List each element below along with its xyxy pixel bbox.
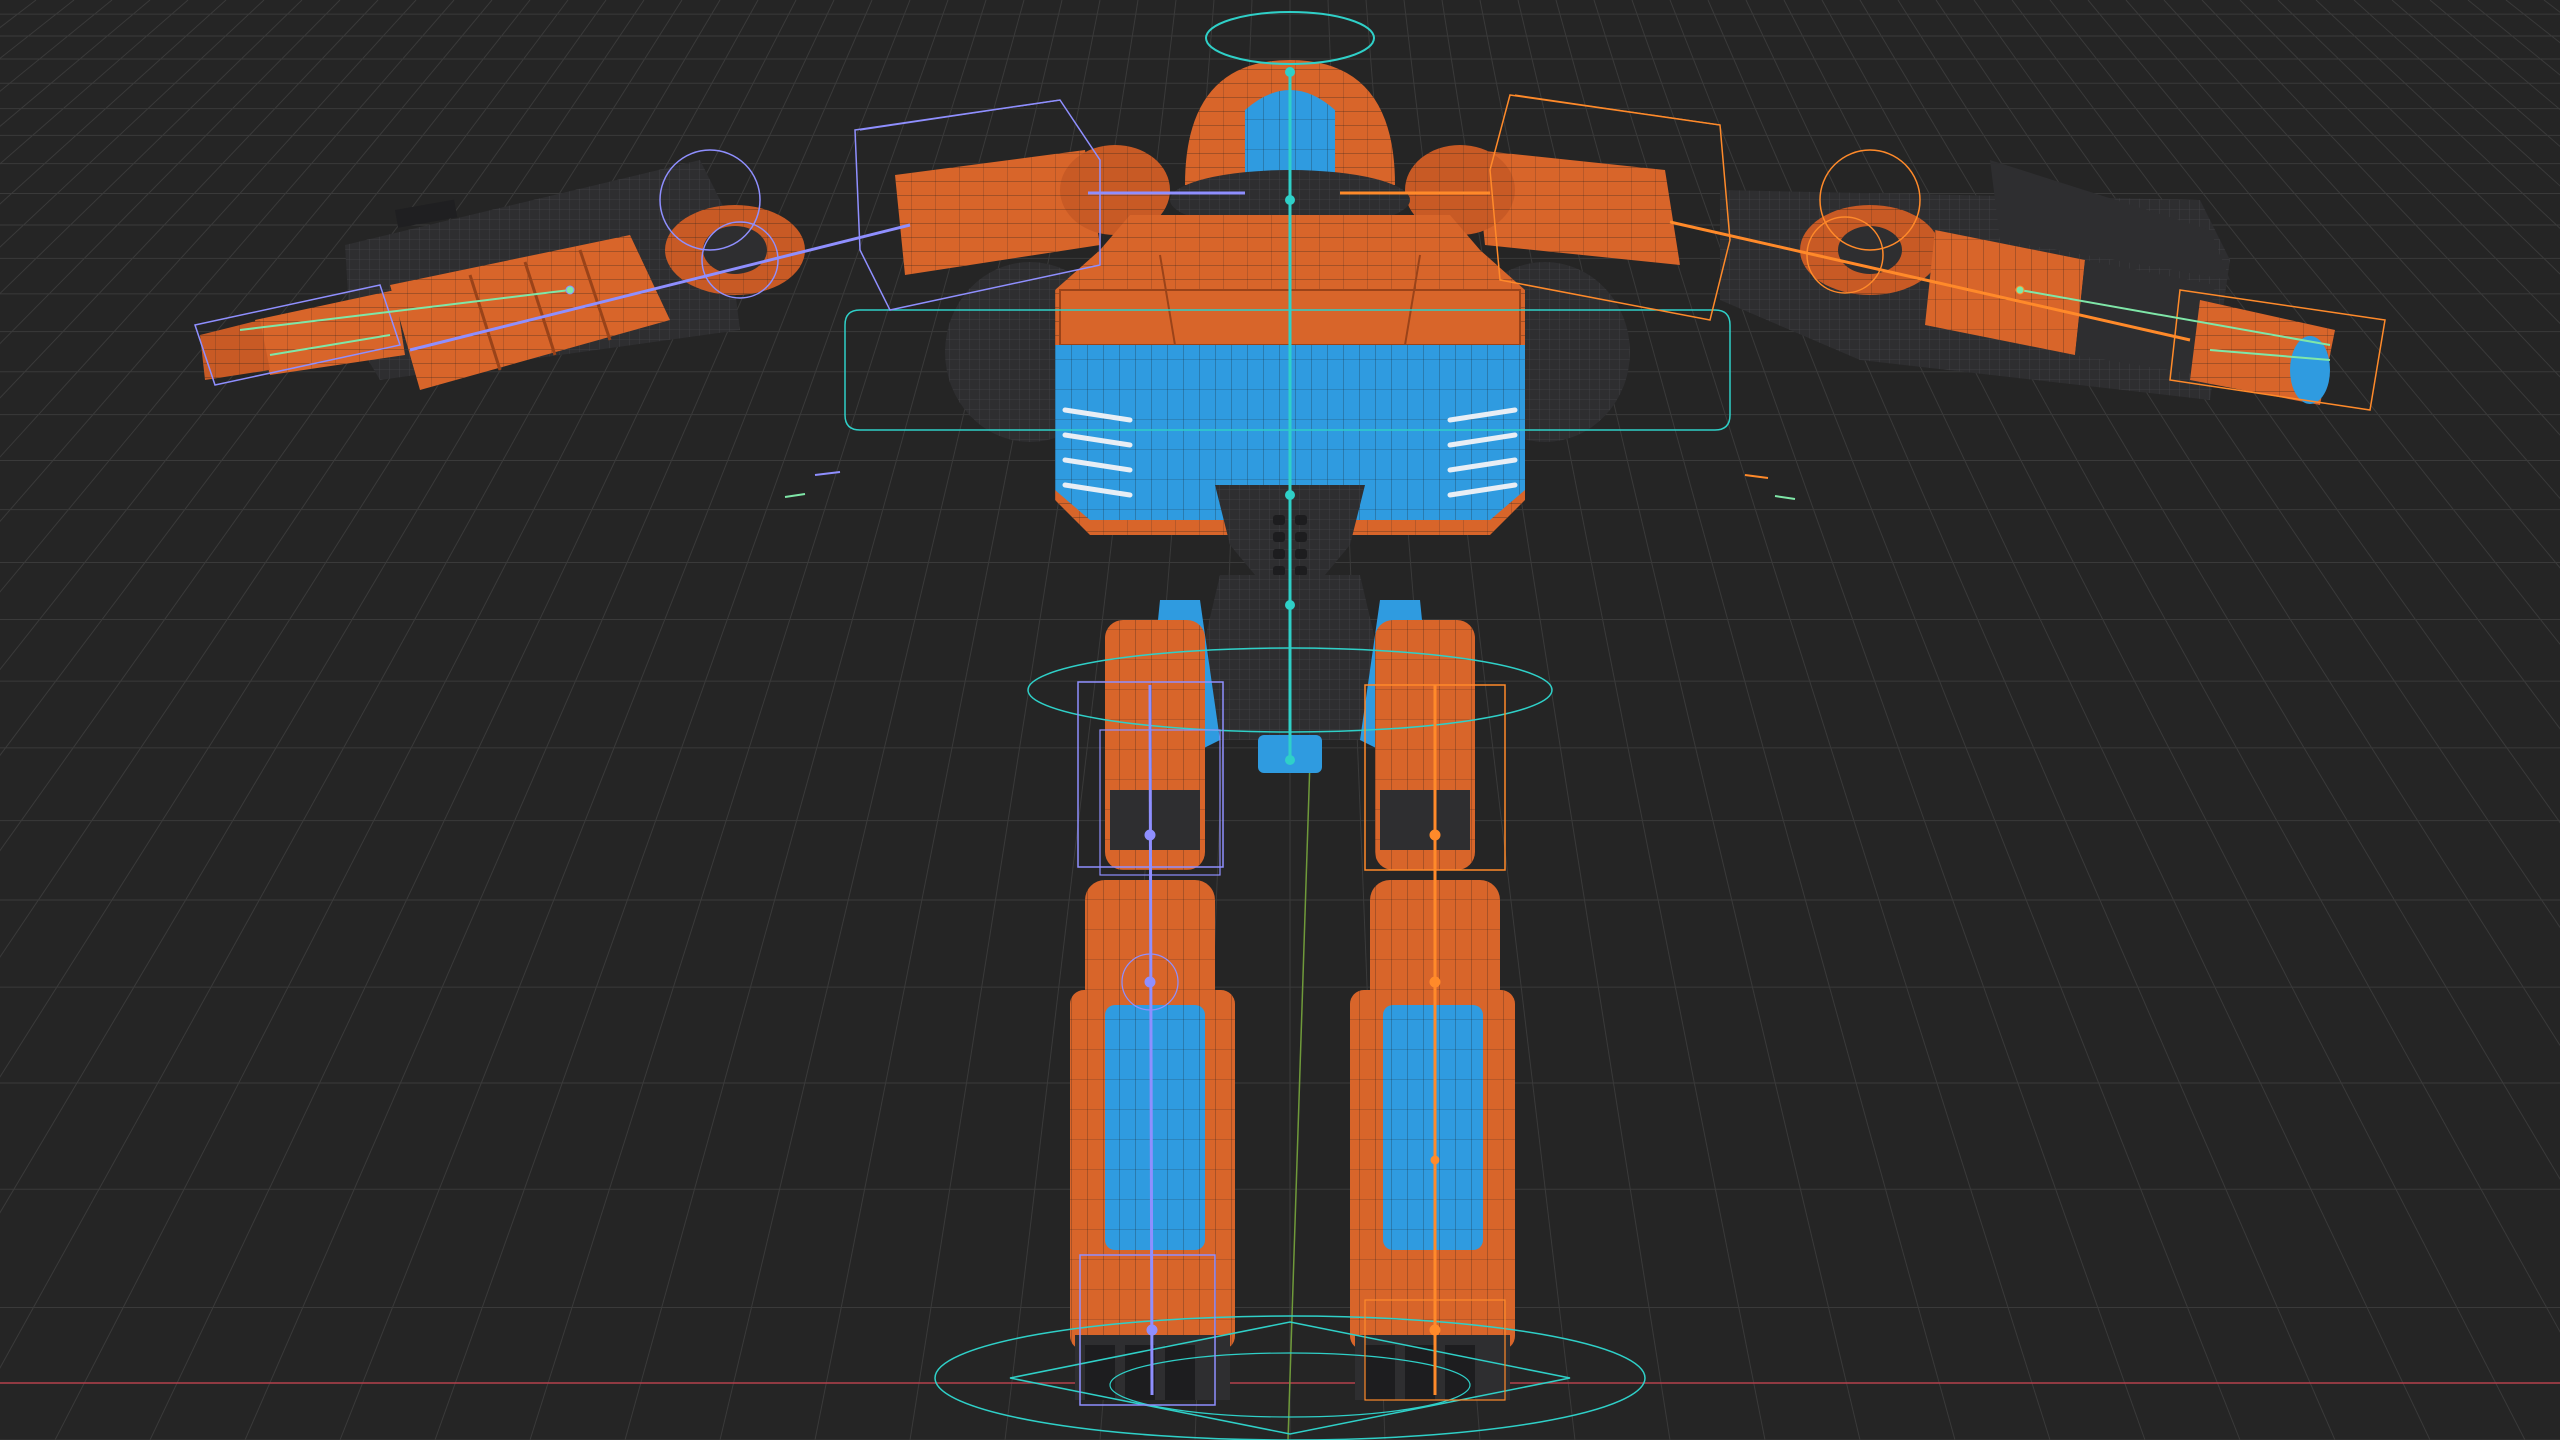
grid-line	[0, 0, 379, 399]
pole-target-left[interactable]	[784, 471, 841, 498]
grid-line	[2429, 0, 2560, 111]
grid-line	[0, 0, 227, 205]
grid-line	[0, 0, 37, 29]
grid-line	[0, 0, 265, 248]
grid-line	[2391, 0, 2560, 148]
grid-line	[0, 0, 75, 60]
3d-viewport[interactable]	[0, 0, 2560, 1440]
grid-line	[0, 0, 417, 458]
grid-line	[0, 0, 341, 345]
grid-line	[2277, 0, 2560, 275]
grid-line	[2315, 0, 2560, 229]
grid-line	[0, 0, 455, 523]
pole-target-right[interactable]	[1744, 474, 1796, 500]
grid-line	[0, 0, 151, 127]
scene-canvas[interactable]	[0, 0, 2560, 1440]
grid-line	[0, 0, 113, 92]
y-axis-line	[1287, 759, 1311, 1440]
robot-model[interactable]	[200, 60, 2335, 1400]
grid-line	[2353, 0, 2560, 187]
left-leg-bone[interactable]	[1148, 684, 1154, 1396]
grid-line	[0, 0, 303, 295]
grid-line	[2201, 0, 2560, 378]
grid-line	[2505, 0, 2560, 44]
